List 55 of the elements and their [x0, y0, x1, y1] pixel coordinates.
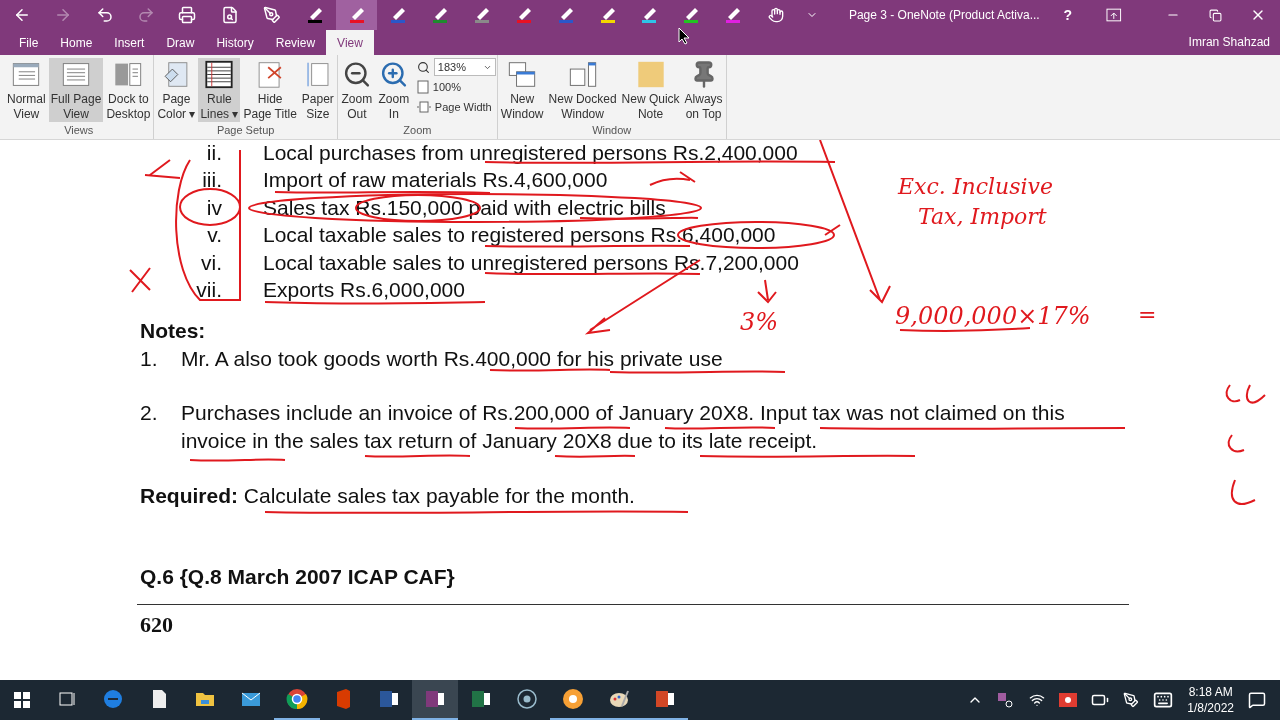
page-number: 620 — [140, 610, 173, 639]
required-text: Required: Calculate sales tax payable for the month. — [140, 483, 635, 510]
note-number: 2. — [140, 400, 159, 427]
ribbon-tab[interactable]: File — [8, 30, 50, 55]
note-text: Mr. A also took goods worth Rs.400,000 for his private use — [181, 345, 724, 372]
help-button[interactable]: ? — [1063, 5, 1072, 25]
list-numeral: ii. — [205, 140, 222, 166]
ribbon-tab[interactable]: Draw — [155, 30, 206, 55]
list-item-text: Import of raw materials Rs.4,600,000 — [263, 167, 608, 194]
group-label: Views — [63, 123, 95, 138]
user-name: Imran Shahzad — [1188, 34, 1270, 51]
group-label: Window — [591, 123, 633, 138]
question-heading: Q.6 {Q.8 March 2007 ICAP CAF} — [140, 564, 455, 591]
ribbon-button[interactable]: Rule Lines ▾ — [198, 58, 241, 122]
handwritten-note: = — [1138, 301, 1157, 329]
list-numeral: iv — [205, 194, 222, 221]
list-numeral: v. — [206, 222, 222, 249]
list-item-text: Local purchases from unregistered persons Rs.2,400,000 — [263, 140, 798, 166]
ribbon-button[interactable]: Always on Top — [682, 58, 725, 122]
ribbon-tab[interactable]: Insert — [103, 30, 156, 55]
note-number: 1. — [140, 345, 159, 372]
ribbon-tab[interactable]: View — [326, 30, 374, 55]
ribbon-button[interactable]: New Docked Window — [546, 58, 619, 122]
ribbon-button[interactable]: Zoom In — [375, 58, 412, 122]
handwritten-note: 9,000,000×17% — [895, 301, 1091, 332]
list-numeral: vii. — [195, 277, 222, 304]
handwritten-note: 3% — [740, 307, 779, 338]
ribbon-button[interactable]: New Window — [498, 58, 546, 122]
group-label: Page Setup — [215, 123, 276, 138]
note-text: Purchases include an invoice of Rs.200,000 of January 20X8. Input tax was not claimed on this invoice in the sales tax return of January 20X8 due to its late receipt. — [181, 400, 1066, 454]
ribbon-button[interactable]: Paper Size — [299, 58, 336, 122]
zoom-100-button[interactable]: 100% — [416, 79, 496, 96]
notes-heading: Notes: — [140, 318, 206, 345]
list-item-text: Exports Rs.6,000,000 — [263, 277, 465, 304]
handwritten-note: Tax, Import — [918, 203, 1047, 231]
ribbon-button[interactable]: Page Color ▾ — [155, 58, 198, 122]
list-numeral: vi. — [200, 249, 222, 276]
group-label: Zoom — [402, 123, 433, 138]
clock-date: 1/8/2022 — [1187, 700, 1234, 716]
zoom-field[interactable]: 183% — [433, 58, 496, 76]
handwritten-note: Exc. Inclusive — [898, 173, 1053, 201]
ribbon-tab[interactable]: Home — [49, 30, 104, 55]
ribbon-button[interactable]: Zoom Out — [338, 58, 375, 122]
list-numeral: iii. — [201, 167, 222, 194]
ribbon-button[interactable]: Hide Page Title — [241, 58, 299, 122]
ribbon-button[interactable]: New Quick Note — [619, 58, 682, 122]
ribbon-button[interactable]: Normal View — [5, 58, 48, 122]
ribbon-tab[interactable]: Review — [264, 30, 327, 55]
list-item-text: Local taxable sales to unregistered persons Rs.7,200,000 — [263, 249, 799, 276]
clock-time: 8:18 AM — [1188, 684, 1233, 700]
page-width-button[interactable]: Page Width — [416, 98, 496, 115]
ribbon-button[interactable]: Dock to Desktop — [104, 58, 153, 122]
ribbon-button[interactable]: Full Page View — [48, 58, 104, 122]
window-title: Page 3 - OneNote (Product Activa... — [848, 7, 1041, 24]
ribbon-tab[interactable]: History — [205, 30, 265, 55]
